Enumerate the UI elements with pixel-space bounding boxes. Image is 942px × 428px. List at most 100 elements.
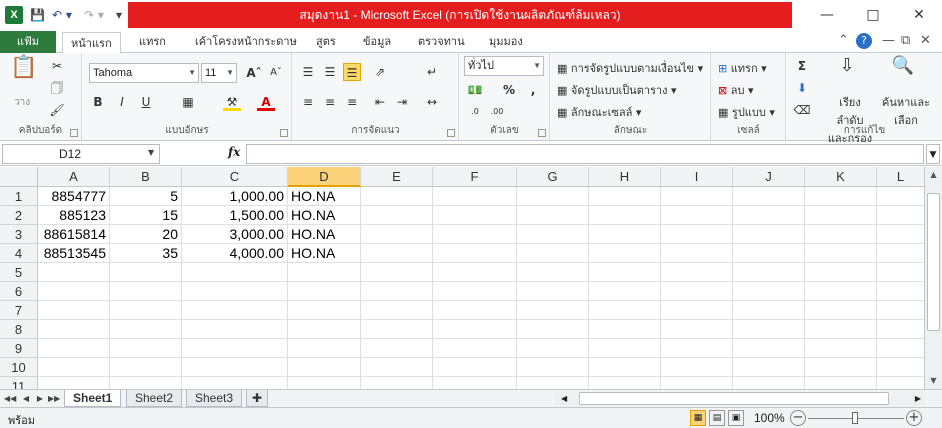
column-header-f[interactable]: F: [433, 167, 517, 187]
cell-h11[interactable]: [589, 377, 661, 389]
tab-home[interactable]: หน้าแรก: [62, 32, 121, 54]
cell-j4[interactable]: [733, 244, 805, 263]
cell-c10[interactable]: [182, 358, 288, 377]
insert-function-button[interactable]: fx: [228, 145, 240, 159]
tab-formulas[interactable]: สูตร: [316, 31, 336, 53]
cell-d9[interactable]: [288, 339, 361, 358]
sort-filter-icon[interactable]: ⇩: [835, 57, 859, 83]
cell-e3[interactable]: [361, 225, 433, 244]
cell-i7[interactable]: [661, 301, 733, 320]
select-all-button[interactable]: [0, 167, 38, 187]
cell-b3[interactable]: 20: [110, 225, 182, 244]
cell-f11[interactable]: [433, 377, 517, 389]
cell-i9[interactable]: [661, 339, 733, 358]
minimize-button[interactable]: —: [804, 0, 850, 30]
scroll-left-icon[interactable]: ◀: [561, 391, 567, 406]
collapse-ribbon-icon[interactable]: ⌃: [838, 33, 849, 48]
tab-file[interactable]: แฟ้ม: [0, 31, 56, 53]
cell-l1[interactable]: [877, 187, 924, 206]
find-select-icon[interactable]: 🔍: [891, 57, 915, 83]
row-header[interactable]: 9: [0, 339, 38, 358]
column-header-a[interactable]: A: [38, 167, 110, 187]
format-painter-icon[interactable]: 🖌: [48, 101, 66, 119]
cell-f6[interactable]: [433, 282, 517, 301]
align-center-icon[interactable]: ≡: [321, 93, 339, 111]
column-header-c[interactable]: C: [182, 167, 288, 187]
cell-d7[interactable]: [288, 301, 361, 320]
cell-e2[interactable]: [361, 206, 433, 225]
cell-a9[interactable]: [38, 339, 110, 358]
excel-app-icon[interactable]: X: [5, 6, 23, 24]
percent-button[interactable]: %: [500, 81, 518, 99]
cell-c7[interactable]: [182, 301, 288, 320]
alignment-launcher-icon[interactable]: [447, 129, 455, 137]
cell-g2[interactable]: [517, 206, 589, 225]
font-name-combo[interactable]: Tahoma ▼: [89, 63, 199, 83]
cell-k10[interactable]: [805, 358, 877, 377]
currency-icon[interactable]: 💵: [466, 81, 484, 99]
increase-indent-icon[interactable]: ⇥: [393, 93, 411, 111]
delete-cells-button[interactable]: ⊠ ลบ ▾: [718, 81, 753, 99]
expand-formula-bar-icon[interactable]: ▼: [926, 144, 940, 164]
cell-h10[interactable]: [589, 358, 661, 377]
cell-e4[interactable]: [361, 244, 433, 263]
cell-c4[interactable]: 4,000.00: [182, 244, 288, 263]
increase-decimal-icon[interactable]: .0: [466, 103, 484, 121]
cell-f7[interactable]: [433, 301, 517, 320]
cell-g9[interactable]: [517, 339, 589, 358]
column-header-k[interactable]: K: [805, 167, 877, 187]
comma-button[interactable]: ,: [524, 81, 542, 99]
borders-icon[interactable]: ▦: [179, 93, 197, 111]
cell-b11[interactable]: [110, 377, 182, 389]
cell-e7[interactable]: [361, 301, 433, 320]
tab-data[interactable]: ข้อมูล: [363, 31, 391, 53]
number-launcher-icon[interactable]: [538, 129, 546, 137]
merge-center-icon[interactable]: ↔: [423, 93, 441, 111]
cell-i4[interactable]: [661, 244, 733, 263]
align-left-icon[interactable]: ≡: [299, 93, 317, 111]
cell-b2[interactable]: 15: [110, 206, 182, 225]
cell-k6[interactable]: [805, 282, 877, 301]
zoom-in-button[interactable]: +: [906, 410, 922, 426]
column-header-b[interactable]: B: [110, 167, 182, 187]
column-header-i[interactable]: I: [661, 167, 733, 187]
cell-styles-button[interactable]: ▦ ลักษณะเซลล์ ▾: [557, 103, 641, 121]
cell-f2[interactable]: [433, 206, 517, 225]
cell-b6[interactable]: [110, 282, 182, 301]
cell-l5[interactable]: [877, 263, 924, 282]
sheet-tab-sheet1[interactable]: Sheet1: [64, 390, 122, 407]
cell-l7[interactable]: [877, 301, 924, 320]
cell-d10[interactable]: [288, 358, 361, 377]
cell-l9[interactable]: [877, 339, 924, 358]
cell-c1[interactable]: 1,000.00: [182, 187, 288, 206]
cell-c3[interactable]: 3,000.00: [182, 225, 288, 244]
align-bottom-icon[interactable]: ☰: [343, 63, 361, 81]
align-right-icon[interactable]: ≡: [343, 93, 361, 111]
cell-g5[interactable]: [517, 263, 589, 282]
cell-k7[interactable]: [805, 301, 877, 320]
save-icon[interactable]: 💾: [30, 5, 45, 25]
horizontal-scroll-thumb[interactable]: [579, 392, 889, 405]
bold-button[interactable]: B: [89, 93, 107, 111]
cell-c11[interactable]: [182, 377, 288, 389]
cell-j7[interactable]: [733, 301, 805, 320]
cell-e1[interactable]: [361, 187, 433, 206]
cell-e8[interactable]: [361, 320, 433, 339]
zoom-level[interactable]: 100%: [754, 411, 785, 425]
grow-font-icon[interactable]: Aˆ: [245, 64, 263, 82]
number-format-combo[interactable]: ทั่วไป ▼: [464, 56, 544, 76]
cell-a2[interactable]: 885123: [38, 206, 110, 225]
tab-insert[interactable]: แทรก: [139, 31, 166, 53]
cell-d1[interactable]: HO.NA: [288, 187, 361, 206]
cell-h7[interactable]: [589, 301, 661, 320]
cell-k8[interactable]: [805, 320, 877, 339]
font-size-combo[interactable]: 11 ▼: [201, 63, 237, 83]
sheet-tab-sheet3[interactable]: Sheet3: [186, 390, 243, 407]
cell-i10[interactable]: [661, 358, 733, 377]
shrink-font-icon[interactable]: Aˇ: [267, 64, 285, 82]
cell-d11[interactable]: [288, 377, 361, 389]
italic-button[interactable]: I: [113, 93, 131, 111]
align-middle-icon[interactable]: ☰: [321, 63, 339, 81]
scroll-up-icon[interactable]: ▲: [925, 167, 942, 183]
cell-h1[interactable]: [589, 187, 661, 206]
